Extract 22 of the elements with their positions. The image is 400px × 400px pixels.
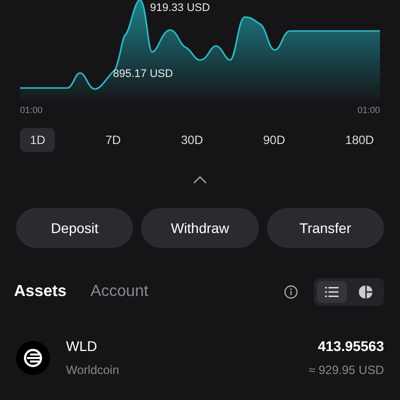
action-button[interactable]: Transfer [266,208,384,248]
coin-logo-icon [16,340,50,374]
action-button[interactable]: Deposit [16,208,134,248]
asset-symbol: WLD [66,337,98,356]
period-tab[interactable]: 180D [335,128,384,152]
time-label: 01:00 [20,104,43,117]
period-tab[interactable]: 30D [170,128,213,152]
list-icon[interactable] [317,281,347,303]
chevron-up-icon[interactable] [193,176,207,184]
low-price-label: 895.17 USD [113,67,173,82]
asset-name: Worldcoin [66,362,120,379]
asset-amount: 413.95563 [316,337,384,356]
period-tab[interactable]: 7D [95,128,131,152]
time-label: 01:00 [357,104,380,117]
period-tab[interactable]: 1D [20,128,56,152]
asset-value: ≈ 929.95 USD [308,362,384,379]
info-icon[interactable] [284,285,298,299]
high-price-label: 919.33 USD [150,1,210,16]
section-tab[interactable]: Assets [14,280,66,304]
action-button[interactable]: Withdraw [141,208,259,248]
period-tab[interactable]: 90D [253,128,296,152]
section-tab[interactable]: Account [90,280,148,304]
